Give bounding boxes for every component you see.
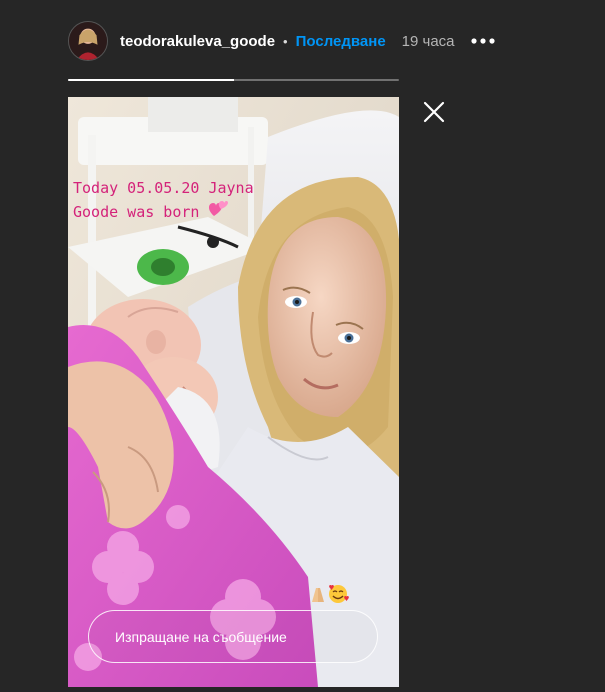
follow-button[interactable]: Последване xyxy=(296,33,386,50)
smiling-face-with-hearts-icon xyxy=(329,584,349,603)
avatar[interactable] xyxy=(68,21,108,61)
avatar-image xyxy=(69,22,107,60)
story-media[interactable]: Today 05.05.20 Jayna Goode was born Изпр… xyxy=(68,97,399,687)
timestamp: 19 часа xyxy=(401,32,455,50)
reply-placeholder: Изпращане на съобщение xyxy=(115,628,287,645)
separator-dot: • xyxy=(283,33,288,49)
story-progress-bar xyxy=(68,79,399,81)
more-horizontal-icon[interactable] xyxy=(469,31,497,51)
reply-message-input[interactable]: Изпращане на съобщение xyxy=(88,610,378,663)
caption-line-1: Today 05.05.20 Jayna xyxy=(73,179,254,197)
story-header: teodorakuleva_goode • Последване 19 часа xyxy=(68,20,497,62)
story-viewer: teodorakuleva_goode • Последване 19 часа xyxy=(0,0,605,692)
username-link[interactable]: teodorakuleva_goode xyxy=(120,33,275,50)
caption-line-2: Goode was born xyxy=(73,203,209,221)
story-progress-fill xyxy=(68,79,234,81)
two-hearts-icon xyxy=(208,200,229,225)
emoji-sticker xyxy=(306,584,350,604)
praying-hands-icon xyxy=(312,588,324,602)
close-icon[interactable] xyxy=(422,100,446,124)
story-caption: Today 05.05.20 Jayna Goode was born xyxy=(73,177,254,225)
